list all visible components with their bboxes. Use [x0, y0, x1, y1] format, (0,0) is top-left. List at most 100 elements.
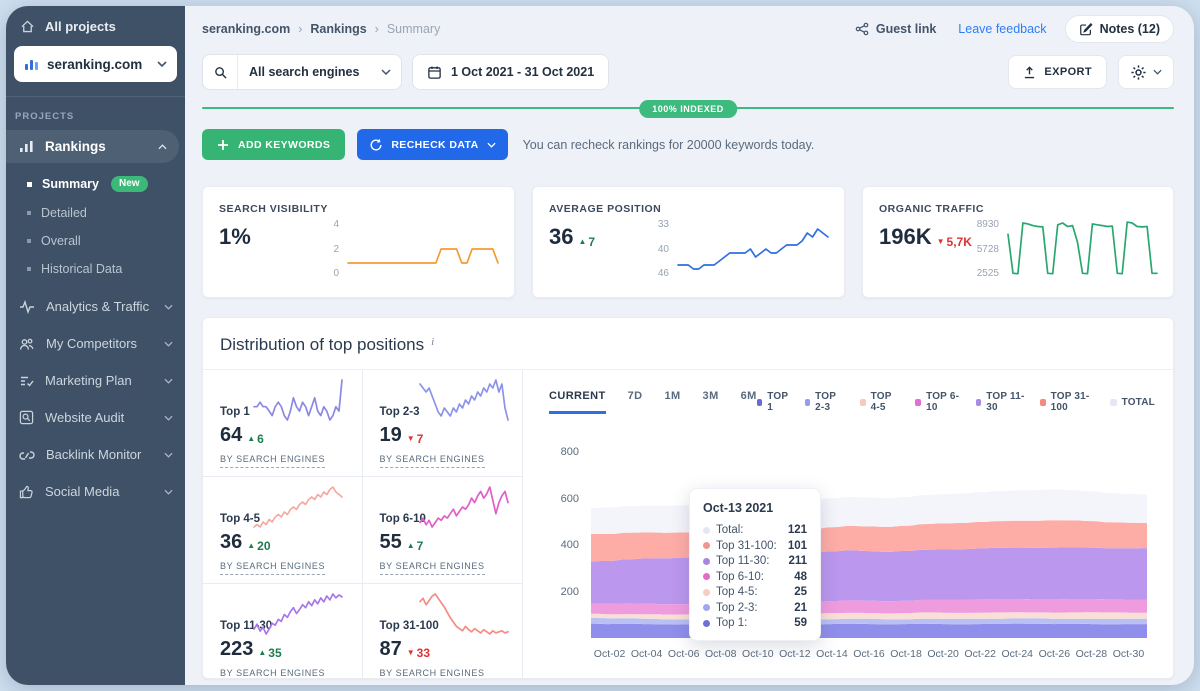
by-search-engines-link[interactable]: BY SEARCH ENGINES: [380, 454, 485, 468]
notes-button[interactable]: Notes (12): [1065, 15, 1174, 43]
legend-item-top-11-30[interactable]: TOP 11-30: [976, 391, 1026, 413]
position-value: 19▼7: [380, 424, 513, 447]
chevron-down-icon: [1153, 69, 1162, 75]
tooltip-value: 59: [794, 617, 807, 629]
position-delta-value: 20: [257, 539, 270, 553]
chevron-down-icon: [157, 61, 167, 67]
position-sparkline: [418, 592, 510, 636]
by-search-engines-link[interactable]: BY SEARCH ENGINES: [220, 454, 325, 468]
tab-7d[interactable]: 7D: [628, 390, 643, 414]
project-selector[interactable]: seranking.com: [14, 46, 177, 82]
chevron-down-icon: [164, 304, 173, 310]
export-button[interactable]: EXPORT: [1008, 55, 1107, 89]
sparkline: [1006, 219, 1159, 279]
tooltip-dot: [703, 542, 710, 549]
link-icon: [19, 448, 35, 462]
rankings-label: Rankings: [45, 139, 147, 154]
index-progress: 100% INDEXED: [202, 99, 1174, 117]
tooltip-row: Top 4-5:25: [703, 586, 807, 598]
bullet-icon: [27, 239, 31, 243]
position-value: 36▲20: [220, 531, 352, 554]
position-value: 87▼33: [380, 638, 513, 661]
bullet-icon: [27, 211, 31, 215]
date-range-picker[interactable]: 1 Oct 2021 - 31 Oct 2021: [412, 54, 609, 90]
distribution-card: Distribution of top positions i Top 164▲…: [202, 317, 1174, 679]
metric-axis-ticks: 334046: [646, 219, 676, 279]
info-icon[interactable]: i: [431, 336, 434, 348]
by-search-engines-link[interactable]: BY SEARCH ENGINES: [380, 668, 485, 679]
tooltip-row: Top 31-100:101: [703, 540, 807, 552]
legend-item-top-2-3[interactable]: TOP 2-3: [805, 391, 846, 413]
thumb-icon: [19, 485, 34, 499]
guest-link[interactable]: Guest link: [855, 22, 936, 36]
bar-chart-icon: [24, 57, 39, 71]
legend-swatch: [1040, 399, 1046, 406]
upload-icon: [1023, 66, 1036, 79]
legend-item-top-31-100[interactable]: TOP 31-100: [1040, 391, 1096, 413]
sparkline: [676, 219, 830, 279]
position-sparkline: [252, 378, 344, 422]
subitem-label: Historical Data: [41, 262, 122, 276]
up-triangle-icon: ▲: [407, 541, 415, 550]
actions-row: ADD KEYWORDS RECHECK DATA You can rechec…: [202, 129, 1174, 160]
tooltip-label: Top 6-10:: [716, 571, 788, 583]
add-keywords-label: ADD KEYWORDS: [238, 139, 330, 151]
tooltip-label: Top 11-30:: [716, 555, 782, 567]
sidebar-item-analytics-traffic[interactable]: Analytics & Traffic: [6, 289, 185, 324]
search-engine-select[interactable]: All search engines: [202, 54, 402, 90]
position-card-top-11-30: Top 11-30223▲35BY SEARCH ENGINES: [203, 584, 363, 679]
sidebar-subitem-detailed[interactable]: Detailed: [6, 199, 185, 227]
sidebar-subitem-overall[interactable]: Overall: [6, 227, 185, 255]
sidebar-subitem-summary[interactable]: SummaryNew: [6, 169, 185, 199]
position-delta-value: 7: [417, 432, 424, 446]
position-delta: ▲35: [258, 646, 281, 660]
tab-6m[interactable]: 6M: [741, 390, 757, 414]
tooltip-value: 101: [788, 540, 807, 552]
sidebar-item-marketing-plan[interactable]: Marketing Plan: [6, 363, 185, 398]
breadcrumb-item[interactable]: Summary: [387, 22, 440, 36]
by-search-engines-link[interactable]: BY SEARCH ENGINES: [380, 561, 485, 575]
tab-current[interactable]: CURRENT: [549, 390, 606, 414]
area-band-top-1: [591, 624, 1147, 638]
x-axis-label: Oct-02: [594, 648, 626, 660]
by-search-engines-link[interactable]: BY SEARCH ENGINES: [220, 561, 325, 575]
breadcrumb-item[interactable]: seranking.com: [202, 22, 290, 36]
metric-number: 196K: [879, 224, 932, 250]
metric-sparkline: [1006, 219, 1159, 279]
legend-item-top-1[interactable]: TOP 1: [757, 391, 791, 413]
axis-tick: 0: [316, 268, 339, 279]
x-axis-label: Oct-24: [1002, 648, 1034, 660]
leave-feedback-link[interactable]: Leave feedback: [958, 22, 1046, 36]
tab-3m[interactable]: 3M: [703, 390, 719, 414]
chevron-down-icon: [164, 378, 173, 384]
legend-item-top-6-10[interactable]: TOP 6-10: [915, 391, 961, 413]
add-keywords-button[interactable]: ADD KEYWORDS: [202, 129, 345, 160]
metric-sparkline: [346, 219, 500, 279]
by-search-engines-link[interactable]: BY SEARCH ENGINES: [220, 668, 325, 679]
sidebar-item-my-competitors[interactable]: My Competitors: [6, 326, 185, 361]
settings-button[interactable]: [1118, 55, 1174, 89]
sidebar-item-label: Analytics & Traffic: [46, 299, 153, 314]
sidebar-item-social-media[interactable]: Social Media: [6, 474, 185, 509]
axis-tick: 8930: [976, 219, 999, 230]
up-triangle-icon: ▲: [578, 237, 586, 246]
sidebar-subitem-historical-data[interactable]: Historical Data: [6, 255, 185, 283]
breadcrumb-item[interactable]: Rankings: [310, 22, 366, 36]
sidebar-item-website-audit[interactable]: Website Audit: [6, 400, 185, 435]
tooltip-value: 121: [788, 524, 807, 536]
legend-item-top-4-5[interactable]: TOP 4-5: [860, 391, 901, 413]
recheck-data-button[interactable]: RECHECK DATA: [357, 129, 507, 160]
position-sparkline: [418, 378, 510, 422]
position-delta: ▲6: [247, 432, 264, 446]
metric-value: 1%: [219, 224, 316, 250]
all-projects-link[interactable]: All projects: [6, 6, 185, 44]
metric-left: AVERAGE POSITION36▲7: [549, 203, 646, 287]
tooltip-dot: [703, 604, 710, 611]
legend-item-total[interactable]: TOTAL: [1110, 397, 1155, 408]
tab-1m[interactable]: 1M: [664, 390, 680, 414]
plus-icon: [217, 139, 229, 151]
x-axis-label: Oct-08: [705, 648, 737, 660]
metric-delta-value: 7: [588, 235, 595, 249]
sidebar-item-backlink-monitor[interactable]: Backlink Monitor: [6, 437, 185, 472]
sidebar-item-rankings[interactable]: Rankings: [6, 130, 179, 163]
